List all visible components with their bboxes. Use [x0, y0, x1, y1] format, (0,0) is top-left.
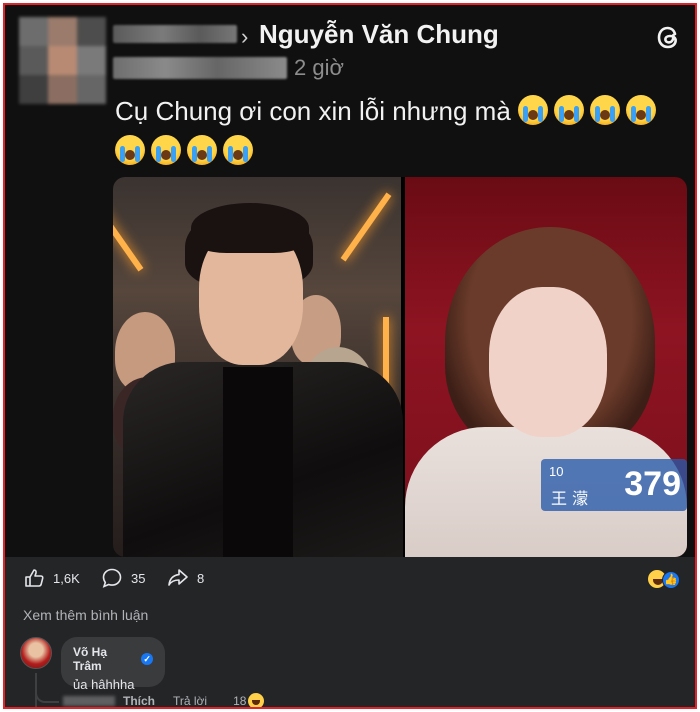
score-rank: 10: [549, 464, 564, 479]
comment-text: ủa hâhhha: [73, 677, 135, 692]
like-button[interactable]: 1,6K: [23, 567, 80, 589]
loudly-crying-face-icon: [590, 95, 621, 125]
crying-emoji-group: [518, 95, 662, 126]
blurred-timestamp: [63, 696, 115, 706]
photo-contestant-stage[interactable]: 10 王 濛 379: [405, 177, 687, 557]
loudly-crying-face-icon: [518, 95, 549, 125]
like-count: 1,6K: [53, 570, 80, 586]
reaction-summary[interactable]: 👍: [647, 569, 687, 591]
comment-button[interactable]: 35: [101, 567, 145, 589]
comment-like-button[interactable]: Thích: [123, 694, 155, 707]
comment-reply-button[interactable]: Trả lời: [173, 694, 207, 707]
threads-post: › Nguyễn Văn Chung 2 giờ Cụ Chung ơi con…: [5, 5, 695, 557]
target-username[interactable]: Nguyễn Văn Chung: [259, 19, 499, 50]
share-button[interactable]: 8: [167, 567, 204, 589]
see-more-comments-link[interactable]: Xem thêm bình luận: [23, 607, 148, 623]
chevron-right-icon: ›: [241, 24, 249, 49]
comment-bubble-icon: [102, 568, 122, 588]
comment-author[interactable]: Võ Hạ Trâm: [73, 645, 137, 673]
comment-author-row: Võ Hạ Trâm ✓: [73, 645, 153, 673]
loudly-crying-face-icon: [187, 135, 217, 165]
score-contestant-name: 王 濛: [551, 489, 589, 508]
like-reaction-icon: 👍: [662, 571, 680, 589]
share-arrow-icon: [168, 569, 188, 586]
loudly-crying-face-icon: [223, 135, 253, 165]
post-text: Cụ Chung ơi con xin lỗi nhưng mà: [115, 91, 675, 171]
photo-man-leather-jacket[interactable]: [113, 177, 403, 557]
post-time: 2 giờ: [294, 55, 344, 80]
facebook-post-footer: 1,6K 35 8 👍 Xem thêm bình luận Võ Hạ Trâ…: [5, 557, 695, 708]
verified-badge-icon: ✓: [141, 653, 153, 665]
haha-reaction-icon: [248, 693, 265, 707]
comment-count: 35: [131, 570, 146, 586]
threads-logo-icon[interactable]: [653, 21, 685, 53]
loudly-crying-face-icon: [151, 135, 181, 165]
share-count: 8: [197, 570, 205, 586]
crying-emoji-group: [115, 135, 259, 166]
post-text-content: Cụ Chung ơi con xin lỗi nhưng mà: [115, 96, 511, 126]
loudly-crying-face-icon: [626, 95, 657, 125]
score-overlay: 10 王 濛 379: [541, 459, 687, 511]
thread-connector: [35, 687, 59, 703]
blurred-subtitle: [113, 57, 287, 79]
comment-reaction-summary[interactable]: 18: [233, 693, 265, 708]
screenshot-frame: › Nguyễn Văn Chung 2 giờ Cụ Chung ơi con…: [3, 3, 697, 709]
comment-meta-row: Thích Trả lời 18: [63, 693, 265, 708]
comment-bubble: Võ Hạ Trâm ✓ ủa hâhhha: [61, 637, 165, 692]
blurred-avatar: [19, 17, 106, 104]
loudly-crying-face-icon: [115, 135, 145, 165]
post-photo-collage[interactable]: 10 王 濛 379: [113, 177, 687, 557]
loudly-crying-face-icon: [554, 95, 585, 125]
comment-reaction-count: 18: [233, 694, 247, 708]
thumbs-up-icon: [25, 569, 44, 587]
score-value: 379: [624, 465, 681, 503]
blurred-username: [113, 25, 237, 43]
commenter-avatar[interactable]: [20, 637, 52, 669]
